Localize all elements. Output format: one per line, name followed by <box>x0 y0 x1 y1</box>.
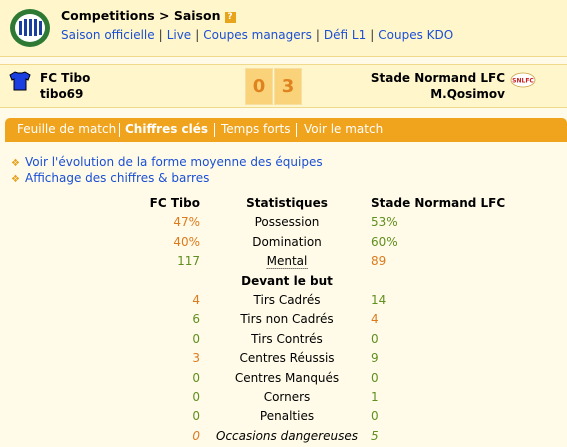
stat-home-value: 3 <box>192 351 200 366</box>
stat-label: Centres Réussis <box>239 351 335 366</box>
stat-label: Possession <box>254 215 320 230</box>
stat-home-value: 0 <box>192 331 200 346</box>
stat-home-value: 4 <box>192 292 200 307</box>
stat-away-value: 0 <box>371 331 379 346</box>
stat-away-value: 4 <box>371 312 379 327</box>
active-tab-pointer-icon <box>161 135 171 141</box>
breadcrumb: Competitions > Saison? <box>61 8 236 23</box>
stat-home-value: 47% <box>173 215 200 230</box>
stat-home-value: 40% <box>173 234 200 249</box>
stat-label: Occasions dangereuses <box>216 428 358 443</box>
tab-bar: Feuille de match Chiffres clés Temps for… <box>5 118 567 142</box>
stat-row-mental: 117 Mental 89 <box>0 252 567 271</box>
nav-link-coupes-kdo[interactable]: Coupes KDO <box>378 28 453 42</box>
stat-home-value: 0 <box>192 428 200 443</box>
bullet-icon: ❖ <box>11 158 20 169</box>
stat-row-penalties: 0 Penalties 0 <box>0 407 567 426</box>
stat-label: Domination <box>252 234 322 249</box>
stat-away-value: 60% <box>371 234 398 249</box>
stat-away-value: 1 <box>371 389 379 404</box>
nav-link-coupes-managers[interactable]: Coupes managers <box>203 28 312 42</box>
away-score: 3 <box>274 68 302 105</box>
stat-label: Centres Manqués <box>234 370 340 385</box>
home-jersey-icon <box>9 71 31 91</box>
nav-separator: | <box>195 28 200 42</box>
nav-link-live[interactable]: Live <box>167 28 192 42</box>
stat-label: Tirs Contrés <box>251 331 323 346</box>
bullet-icon: ❖ <box>11 174 20 185</box>
stats-header-away: Stade Normand LFC <box>371 196 506 210</box>
stats-header-home: FC Tibo <box>149 196 200 210</box>
tab-divider <box>214 123 215 137</box>
stat-away-value: 14 <box>371 292 387 307</box>
stat-away-value: 53% <box>371 215 398 230</box>
breadcrumb-text: Competitions > Saison <box>61 8 221 23</box>
nav-separator: | <box>158 28 163 42</box>
nav-link-saison-officielle[interactable]: Saison officielle <box>61 28 155 42</box>
main-nav: Saison officielle | Live | Coupes managers | D… <box>61 28 453 42</box>
option-links: ❖ Voir l'évolution de la forme moyenne de… <box>11 155 323 187</box>
stats-table: FC Tibo Statistiques Stade Normand LFC 4… <box>0 194 567 446</box>
stat-row-possession: 47% Possession 53% <box>0 213 567 232</box>
nav-separator: | <box>315 28 320 42</box>
home-manager-name[interactable]: tibo69 <box>40 87 83 101</box>
tab-temps-forts[interactable]: Temps forts <box>221 122 291 136</box>
stat-row-tirs-cadres: 4 Tirs Cadrés 14 <box>0 291 567 310</box>
match-banner: FC Tibo tibo69 0 3 Stade Normand LFC M.Q… <box>0 64 567 108</box>
club-crest-icon[interactable] <box>8 7 52 49</box>
stat-label-mental[interactable]: Mental <box>266 254 308 270</box>
nav-separator: | <box>370 28 375 42</box>
stats-header-row: FC Tibo Statistiques Stade Normand LFC <box>0 194 567 213</box>
stat-home-value: 0 <box>192 370 200 385</box>
stat-away-value: 0 <box>371 409 379 424</box>
stats-header-label: Statistiques <box>246 196 328 210</box>
stat-home-value: 6 <box>192 312 200 327</box>
home-score: 0 <box>245 68 273 105</box>
stat-row-domination: 40% Domination 60% <box>0 233 567 252</box>
stat-row-tirs-non-cadres: 6 Tirs non Cadrés 4 <box>0 310 567 329</box>
tab-voir-le-match[interactable]: Voir le match <box>304 122 383 136</box>
help-icon[interactable]: ? <box>224 12 236 23</box>
stat-home-value: 117 <box>177 254 200 269</box>
stat-row-centres-reussis: 3 Centres Réussis 9 <box>0 349 567 368</box>
stat-away-value: 5 <box>371 428 379 443</box>
stat-away-value: 0 <box>371 370 379 385</box>
away-team-logo-icon: SNLFC <box>510 72 536 88</box>
header-bar: Competitions > Saison? Saison officielle… <box>0 0 567 57</box>
home-team-name[interactable]: FC Tibo <box>40 71 90 85</box>
stat-row-tirs-contres: 0 Tirs Contrés 0 <box>0 330 567 349</box>
tab-chiffres-cles[interactable]: Chiffres clés <box>125 122 208 136</box>
stat-away-value: 9 <box>371 351 379 366</box>
away-logo-text: SNLFC <box>512 78 534 85</box>
stat-home-value: 0 <box>192 389 200 404</box>
stat-label: Tirs Cadrés <box>253 292 321 307</box>
link-affichage-chiffres-barres[interactable]: Affichage des chiffres & barres <box>25 171 209 185</box>
stat-away-value: 89 <box>371 254 387 269</box>
nav-link-defi-l1[interactable]: Défi L1 <box>324 28 366 42</box>
stat-row-occasions: 0 Occasions dangereuses 5 <box>0 427 567 446</box>
stat-row-centres-manques: 0 Centres Manqués 0 <box>0 369 567 388</box>
stats-section-row: Devant le but <box>0 272 567 291</box>
away-manager-name[interactable]: M.Qosimov <box>430 87 505 101</box>
stat-label: Corners <box>263 389 311 404</box>
stat-row-corners: 0 Corners 1 <box>0 388 567 407</box>
section-title: Devant le but <box>241 273 333 288</box>
stat-label: Tirs non Cadrés <box>240 312 334 327</box>
tab-divider <box>296 123 297 137</box>
link-forme-moyenne[interactable]: Voir l'évolution de la forme moyenne des… <box>25 155 323 169</box>
tab-divider <box>119 123 120 137</box>
stat-home-value: 0 <box>192 409 200 424</box>
tab-feuille-de-match[interactable]: Feuille de match <box>17 122 116 136</box>
away-team-name[interactable]: Stade Normand LFC <box>371 71 505 85</box>
stat-label: Penalties <box>259 409 315 424</box>
